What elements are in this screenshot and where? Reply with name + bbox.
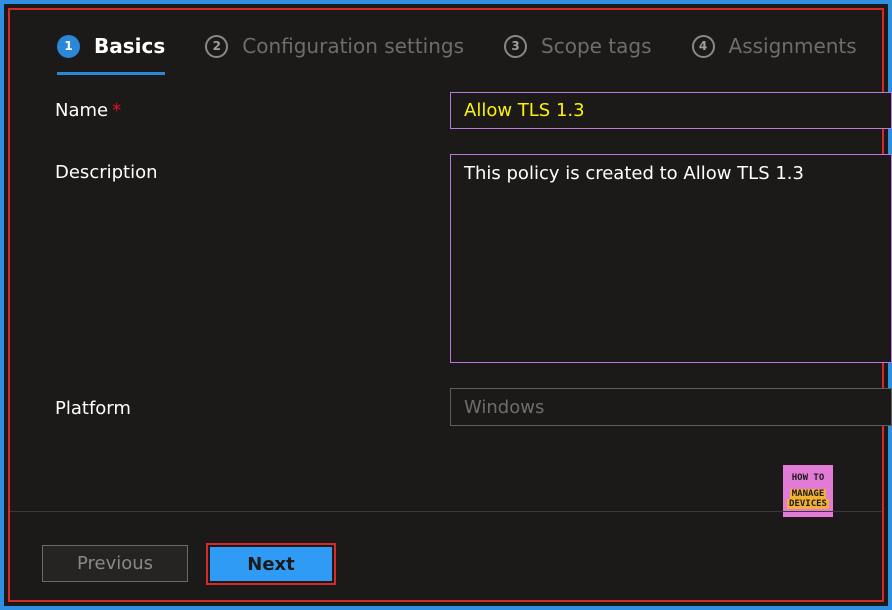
- footer-divider: [10, 511, 882, 512]
- step-label: Basics: [94, 34, 166, 58]
- logo-line-2: MANAGE: [789, 489, 827, 499]
- wizard-panel: 1 Basics 2 Configuration settings 3 Scop…: [8, 8, 892, 602]
- logo-line-3: DEVICES: [787, 499, 829, 509]
- next-button-highlight: Next: [206, 543, 336, 585]
- screenshot-frame: 1 Basics 2 Configuration settings 3 Scop…: [0, 0, 892, 610]
- next-button[interactable]: Next: [210, 547, 332, 581]
- platform-value: Windows: [464, 396, 545, 418]
- step-label: Scope tags: [541, 34, 652, 58]
- step-scope-tags[interactable]: 3 Scope tags: [504, 30, 652, 62]
- step-number-icon: 2: [205, 34, 229, 58]
- step-number-icon: 4: [691, 34, 715, 58]
- description-label: Description: [55, 162, 158, 183]
- step-basics[interactable]: 1 Basics: [57, 30, 166, 75]
- how-to-manage-devices-logo: HOW TO MANAGE DEVICES: [783, 465, 833, 517]
- name-input-value: Allow TLS 1.3: [464, 100, 585, 121]
- logo-line-1: HOW TO: [791, 473, 825, 483]
- description-value: This policy is created to Allow TLS 1.3: [464, 163, 804, 184]
- step-number-icon: 1: [57, 34, 80, 58]
- platform-label: Platform: [55, 398, 131, 419]
- previous-button[interactable]: Previous: [42, 545, 188, 582]
- step-number-icon: 3: [504, 34, 528, 58]
- name-label-text: Name: [55, 100, 109, 121]
- platform-select: Windows: [450, 388, 892, 426]
- step-label: Assignments: [728, 34, 857, 58]
- step-label: Configuration settings: [242, 34, 465, 58]
- name-label: Name *: [55, 100, 121, 121]
- step-assignments[interactable]: 4 Assignments: [691, 30, 857, 62]
- step-configuration-settings[interactable]: 2 Configuration settings: [205, 30, 464, 62]
- wizard-steps: 1 Basics 2 Configuration settings 3 Scop…: [57, 30, 892, 80]
- description-textarea[interactable]: This policy is created to Allow TLS 1.3: [450, 154, 892, 363]
- name-input[interactable]: Allow TLS 1.3: [450, 92, 892, 129]
- required-marker: *: [112, 100, 122, 121]
